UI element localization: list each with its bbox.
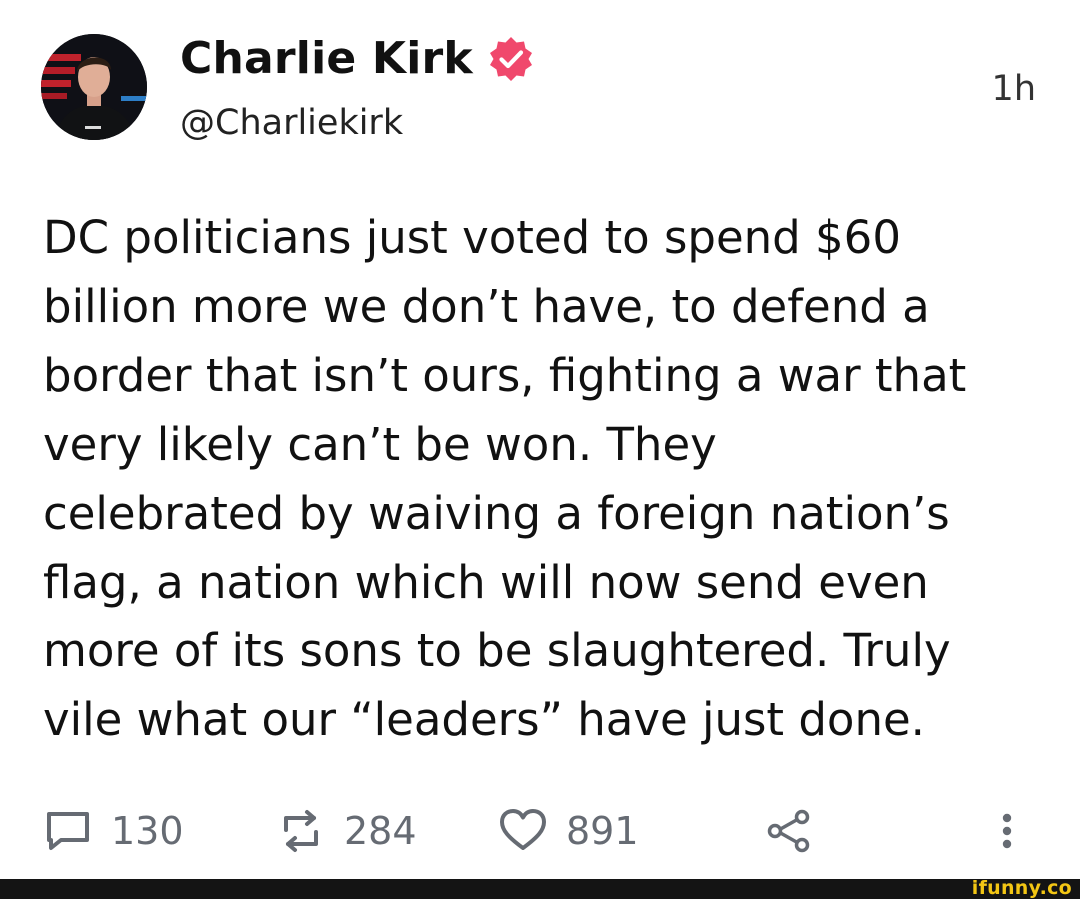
- more-vertical-icon: [1002, 813, 1012, 849]
- ifunny-watermark: ifunny.co: [971, 877, 1072, 899]
- post-actions-bar: 130 284 891: [0, 800, 1080, 862]
- comment-icon: [47, 812, 89, 850]
- post-card: Charlie Kirk @Charliekirk 1h DC politici…: [0, 0, 1080, 879]
- like-button[interactable]: 891: [498, 800, 639, 862]
- repost-count: 284: [344, 809, 417, 853]
- reply-button[interactable]: 130: [43, 800, 184, 862]
- share-icon: [767, 809, 810, 853]
- repost-button[interactable]: 284: [276, 800, 417, 862]
- author-handle[interactable]: @Charliekirk: [180, 102, 403, 144]
- verified-badge-icon: [489, 37, 532, 81]
- author-avatar[interactable]: [41, 34, 147, 140]
- repost-icon: [284, 810, 318, 852]
- post-timestamp[interactable]: 1h: [992, 68, 1036, 110]
- share-button[interactable]: [766, 800, 812, 862]
- more-options-button[interactable]: [996, 800, 1018, 862]
- watermark-bar: ifunny.co: [0, 877, 1080, 899]
- author-display-name[interactable]: Charlie Kirk: [180, 37, 473, 81]
- profile-photo: [41, 34, 147, 140]
- author-name-row: Charlie Kirk: [180, 30, 535, 88]
- post-body: DC politicians just voted to spend $60 b…: [43, 211, 967, 747]
- like-count: 891: [566, 809, 639, 853]
- heart-icon: [500, 809, 546, 850]
- reply-count: 130: [111, 809, 184, 853]
